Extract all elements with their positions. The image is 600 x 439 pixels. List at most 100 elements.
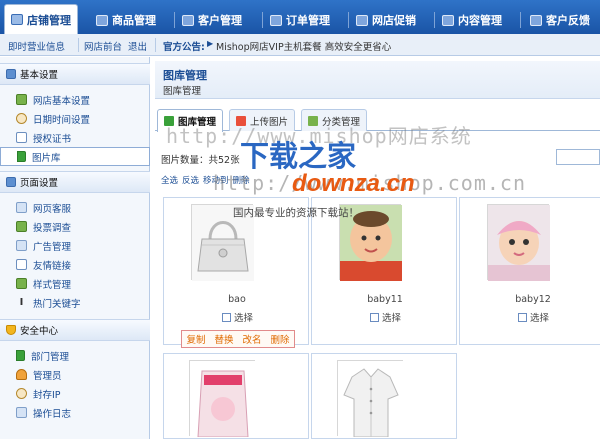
settings-icon — [6, 69, 16, 79]
vote-icon — [16, 221, 27, 232]
text-icon: I — [19, 297, 24, 308]
feedback-icon — [530, 14, 542, 26]
image-name: baby11 — [367, 294, 403, 305]
image-name: bao — [228, 294, 246, 305]
logout-link[interactable]: 退出 — [128, 39, 147, 53]
section-basic-settings[interactable]: 基本设置 — [0, 63, 150, 85]
category-icon — [308, 115, 318, 126]
store-icon — [11, 14, 23, 25]
sidebar-item-ad[interactable]: 广告管理 — [0, 236, 150, 255]
image-thumbnail[interactable] — [189, 360, 256, 438]
nav-tab-promotion[interactable]: 网店促销 — [350, 6, 422, 34]
goods-icon — [96, 14, 108, 26]
page-icon — [6, 177, 16, 187]
notice-label: 官方公告: — [163, 42, 205, 53]
select-all-link[interactable]: 全选 — [161, 174, 178, 186]
tab-bar: 图库管理 上传图片 分类管理 — [155, 109, 600, 132]
log-icon — [16, 407, 27, 418]
select-checkbox[interactable]: 选择 — [518, 310, 549, 324]
image-card — [311, 353, 457, 439]
flag-icon — [17, 151, 26, 162]
image-card — [163, 353, 309, 439]
link-icon — [16, 259, 27, 270]
image-thumbnail[interactable] — [339, 204, 402, 281]
flag-icon — [16, 350, 25, 361]
nav-separator — [262, 12, 263, 28]
sidebar-item-hot-keywords[interactable]: I 热门关键字 — [0, 293, 150, 312]
sidebar-item-admin[interactable]: 管理员 — [0, 365, 150, 384]
tab-library[interactable]: 图库管理 — [157, 109, 224, 132]
sub-separator — [78, 38, 79, 52]
sidebar-item-operation-log[interactable]: 操作日志 — [0, 403, 150, 422]
nav-tab-content[interactable]: 内容管理 — [436, 6, 508, 34]
ad-icon — [16, 240, 27, 251]
promotion-icon — [356, 14, 368, 26]
business-info-link[interactable]: 即时营业信息 — [8, 39, 65, 53]
top-nav: 店铺管理 商品管理 客户管理 订单管理 网店促销 内容管理 客户反馈 — [0, 0, 600, 34]
ip-icon — [16, 388, 27, 399]
sidebar-item-style[interactable]: 样式管理 — [0, 274, 150, 293]
nav-tab-store[interactable]: 店铺管理 — [4, 4, 78, 34]
select-checkbox[interactable]: 选择 — [222, 310, 253, 324]
image-thumbnail[interactable] — [337, 360, 404, 438]
notice-arrow-icon: ▶ — [207, 39, 214, 48]
nav-tab-goods[interactable]: 商品管理 — [90, 6, 162, 34]
content-icon — [442, 14, 454, 26]
nav-separator — [348, 12, 349, 28]
rename-link[interactable]: 改名 — [242, 332, 261, 346]
sidebar-item-image-library[interactable]: 图片库 — [0, 147, 150, 166]
baby-photo-image — [340, 205, 402, 281]
shield-icon — [6, 325, 16, 335]
nav-tab-feedback[interactable]: 客户反馈 — [524, 6, 596, 34]
admin-icon — [16, 369, 27, 380]
sidebar: 基本设置 网店基本设置 日期时间设置 授权证书 图片库 页面设置 网页客服 投票… — [0, 57, 150, 439]
main-header: 图库管理 图库管理 — [155, 61, 600, 99]
notice-text[interactable]: Mishop网店VIP主机套餐 高效安全更省心 — [216, 39, 391, 53]
upload-icon — [236, 115, 246, 126]
copy-link[interactable]: 复制 — [186, 332, 205, 346]
replace-link[interactable]: 替换 — [214, 332, 233, 346]
nav-separator — [520, 12, 521, 28]
sub-separator — [155, 38, 156, 52]
image-ops-bar: 复制 替换 改名 删除 — [181, 330, 295, 348]
package-image — [190, 361, 256, 438]
sidebar-item-certificate[interactable]: 授权证书 — [0, 128, 150, 147]
sub-bar: 即时营业信息 网店前台 退出 官方公告: ▶ Mishop网店VIP主机套餐 高… — [0, 34, 600, 56]
image-count: 图片数量：共52张 — [161, 155, 240, 166]
invert-selection-link[interactable]: 反选 — [182, 174, 199, 186]
move-to-link[interactable]: 移动到 — [203, 174, 229, 186]
sidebar-item-store-basic[interactable]: 网店基本设置 — [0, 90, 150, 109]
image-card: baby12 选择 — [459, 197, 600, 345]
sidebar-item-department[interactable]: 部门管理 — [0, 346, 150, 365]
service-icon — [16, 202, 27, 213]
image-thumbnail[interactable] — [191, 204, 254, 281]
sidebar-item-blocked-ip[interactable]: 封存IP — [0, 384, 150, 403]
delete-image-link[interactable]: 删除 — [270, 332, 289, 346]
bulk-actions: 全选 反选 移动到 删除 — [161, 174, 250, 186]
main-panel: 图库管理 图库管理 图库管理 上传图片 分类管理 图片数量：共52张 全选 反选… — [151, 57, 600, 439]
tab-category[interactable]: 分类管理 — [301, 109, 368, 131]
search-input[interactable] — [556, 149, 600, 165]
page-title: 图库管理 — [163, 69, 207, 82]
tab-upload[interactable]: 上传图片 — [229, 109, 296, 131]
section-security-center[interactable]: 安全中心 — [0, 319, 150, 341]
storefront-link[interactable]: 网店前台 — [84, 39, 122, 53]
handbag-image — [192, 205, 254, 281]
select-checkbox[interactable]: 选择 — [370, 310, 401, 324]
sidebar-item-datetime[interactable]: 日期时间设置 — [0, 109, 150, 128]
sidebar-item-vote[interactable]: 投票调查 — [0, 217, 150, 236]
baby-photo-image — [488, 205, 550, 281]
sidebar-item-links[interactable]: 友情链接 — [0, 255, 150, 274]
order-icon — [270, 14, 282, 26]
sidebar-item-web-service[interactable]: 网页客服 — [0, 198, 150, 217]
image-thumbnail[interactable] — [487, 204, 550, 281]
section-page-settings[interactable]: 页面设置 — [0, 171, 150, 193]
nav-tab-order[interactable]: 订单管理 — [264, 6, 336, 34]
config-icon — [16, 94, 27, 105]
checkbox-box[interactable] — [370, 312, 379, 322]
nav-tab-customer[interactable]: 客户管理 — [176, 6, 248, 34]
nav-separator — [434, 12, 435, 28]
delete-link[interactable]: 删除 — [233, 174, 250, 186]
checkbox-box[interactable] — [518, 312, 527, 322]
checkbox-box[interactable] — [222, 312, 231, 322]
